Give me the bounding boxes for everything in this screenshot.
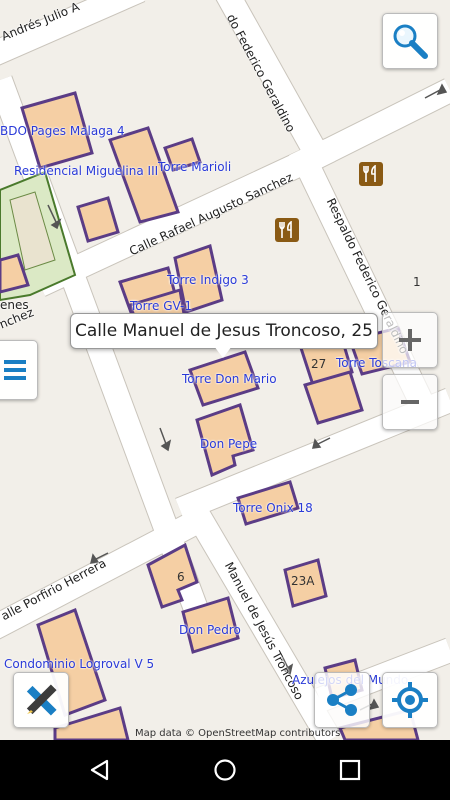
house-number: 6 [177, 570, 185, 584]
home-icon[interactable] [213, 758, 237, 782]
tools-button[interactable] [13, 672, 69, 728]
address-popup-pointer [214, 346, 232, 358]
recents-icon[interactable] [338, 758, 362, 782]
place-label-don-mario: Torre Don Mario [182, 372, 277, 386]
search-button[interactable] [382, 13, 438, 69]
place-label-don-pepe: Don Pepe [200, 437, 258, 451]
restaurant-icon[interactable] [359, 162, 383, 186]
share-button[interactable] [314, 672, 370, 728]
system-navigation-bar [0, 740, 450, 800]
map-canvas[interactable]: Andrés Julio A do Federico Geraldino Cal… [0, 0, 450, 747]
minus-icon [401, 400, 419, 404]
search-icon [393, 24, 428, 59]
place-label-marioli: Torre Marioli [158, 160, 232, 174]
ruler-pencil-icon [26, 684, 57, 716]
map-attribution[interactable]: Map data © OpenStreetMap contributors [135, 728, 340, 739]
house-number: 1 [413, 275, 421, 289]
menu-button[interactable] [0, 340, 38, 400]
address-popup[interactable]: Calle Manuel de Jesus Troncoso, 25 [70, 313, 378, 349]
place-label-bdo: BDO Pages Malaga 4 [0, 124, 125, 138]
zoom-in-button[interactable] [382, 312, 438, 368]
street-label-enes: enes [0, 298, 29, 312]
restaurant-icon[interactable] [275, 218, 299, 242]
place-label-indigo: Torre Indigo 3 [167, 273, 249, 287]
zoom-out-button[interactable] [382, 374, 438, 430]
plus-icon [399, 329, 421, 351]
share-icon [327, 684, 357, 716]
place-label-miguelina: Residencial Miguelina III [14, 164, 159, 178]
back-icon[interactable] [88, 758, 112, 782]
place-label-onix: Torre Onix 18 [233, 501, 313, 515]
house-number: 23A [291, 574, 315, 588]
house-number: 27 [311, 357, 327, 371]
place-label-gv1: Torre GV-1 [130, 299, 192, 313]
list-icon [4, 360, 26, 380]
locate-icon [392, 682, 428, 718]
locate-button[interactable] [382, 672, 438, 728]
place-label-don-pedro: Don Pedro [179, 623, 241, 637]
place-label-logroval: Condominio Logroval V 5 [4, 657, 155, 671]
